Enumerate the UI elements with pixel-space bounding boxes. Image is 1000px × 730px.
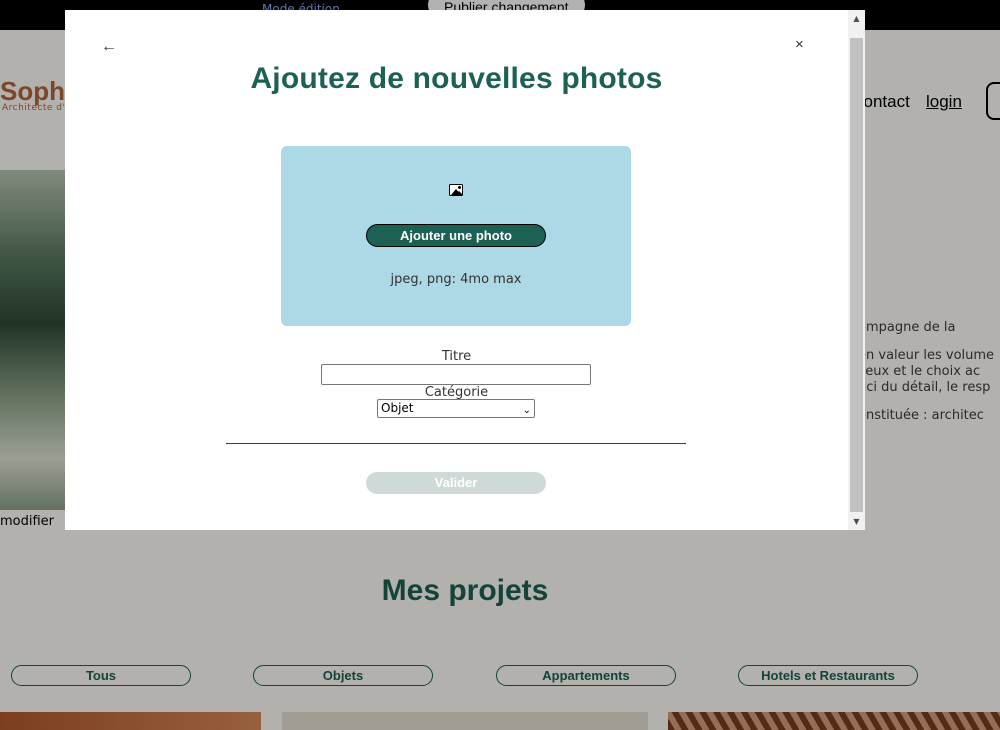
chevron-down-icon: ⌄ [522,405,531,416]
modal-title: Ajoutez de nouvelles photos [250,62,663,95]
add-photo-modal: ← × Ajoutez de nouvelles photos Ajouter … [65,10,865,530]
close-icon[interactable]: × [795,36,804,53]
add-photo-button[interactable]: Ajouter une photo [366,224,546,247]
photo-upload-zone[interactable]: Ajouter une photo jpeg, png: 4mo max [281,146,631,326]
title-input[interactable] [321,364,591,385]
scroll-down-arrow-icon[interactable]: ▼ [848,513,865,530]
image-icon [449,184,463,196]
modal-scrollbar[interactable]: ▲ ▼ [848,10,865,530]
scroll-up-arrow-icon[interactable]: ▲ [848,10,865,27]
scrollbar-thumb[interactable] [850,38,863,512]
category-selected-value: Objet [381,401,414,415]
modal-divider [226,443,686,444]
upload-format-hint: jpeg, png: 4mo max [390,272,522,287]
category-select[interactable]: Objet ⌄ [377,399,535,418]
validate-button[interactable]: Valider [366,472,546,494]
back-arrow-icon[interactable]: ← [101,38,117,56]
category-field-label: Catégorie [424,385,489,400]
title-field-label: Titre [441,349,472,364]
